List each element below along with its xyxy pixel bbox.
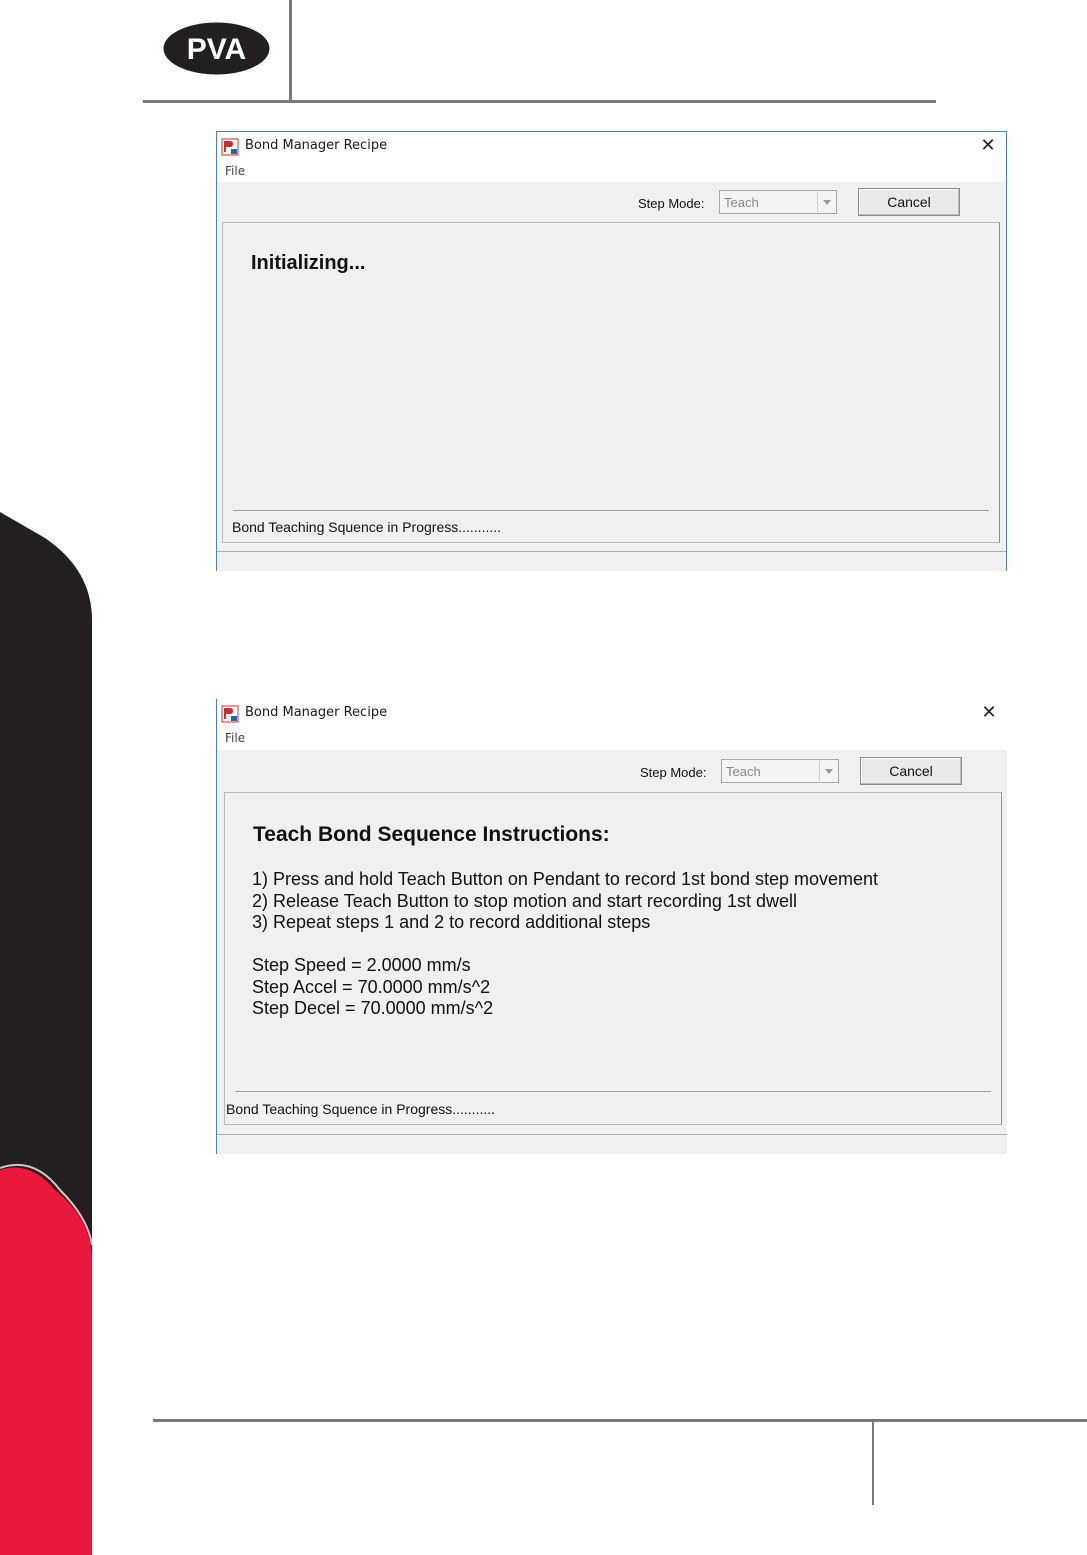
cancel-button[interactable]: Cancel [858, 188, 960, 216]
content-panel: Initializing... Bond Teaching Squence in… [222, 222, 1000, 543]
instruction-step-1: 1) Press and hold Teach Button on Pendan… [252, 869, 879, 889]
side-decoration [0, 512, 92, 1555]
status-separator [235, 1091, 991, 1092]
step-mode-label: Step Mode: [640, 765, 707, 780]
instructions-heading: Teach Bond Sequence Instructions: [253, 823, 610, 846]
status-separator [233, 510, 989, 511]
status-text: Bond Teaching Squence in Progress.......… [226, 1101, 496, 1117]
instruction-step-2: 2) Release Teach Button to stop motion a… [252, 890, 797, 911]
menu-file[interactable]: File [225, 164, 245, 178]
cancel-button[interactable]: Cancel [860, 757, 962, 785]
window-title: Bond Manager Recipe [245, 138, 388, 153]
step-mode-select[interactable]: Teach [721, 759, 839, 783]
window-title: Bond Manager Recipe [245, 705, 388, 720]
app-icon [221, 705, 239, 723]
step-decel: Step Decel = 70.0000 mm/s^2 [252, 998, 494, 1018]
footer-divider-vertical [872, 1421, 874, 1505]
logo-text: PVA [187, 33, 246, 66]
initializing-heading: Initializing... [251, 252, 366, 274]
step-accel: Step Accel = 70.0000 mm/s^2 [252, 976, 491, 997]
title-bar: Bond Manager Recipe ✕ [217, 132, 1006, 160]
menu-bar: File [217, 727, 1007, 749]
header-divider-vertical [289, 0, 292, 102]
chevron-down-icon[interactable] [817, 192, 835, 212]
app-icon [221, 138, 239, 156]
dialog-instructions: Bond Manager Recipe ✕ File Step Mode: Te… [216, 699, 1007, 1154]
dialog-initializing: Bond Manager Recipe ✕ File Step Mode: Te… [216, 131, 1007, 571]
title-bar: Bond Manager Recipe ✕ [217, 699, 1007, 727]
dialog-client: Step Mode: Teach Cancel Initializing... … [217, 182, 1006, 571]
close-button[interactable]: ✕ [977, 702, 1001, 724]
status-bar-line [217, 1134, 1007, 1135]
step-mode-value: Teach [724, 195, 759, 210]
menu-file[interactable]: File [225, 731, 245, 745]
step-mode-value: Teach [726, 764, 761, 779]
step-speed: Step Speed = 2.0000 mm/s [252, 955, 471, 975]
menu-bar: File [217, 160, 1006, 182]
content-panel: Teach Bond Sequence Instructions: 1) Pre… [224, 792, 1002, 1125]
status-text: Bond Teaching Squence in Progress.......… [232, 519, 502, 535]
parameter-list: Step Speed = 2.0000 mm/s Step Accel = 70… [252, 955, 493, 1020]
chevron-down-icon[interactable] [819, 761, 837, 781]
status-bar-line [217, 551, 1006, 552]
close-button[interactable]: ✕ [976, 135, 1000, 157]
footer-rule [153, 1419, 1087, 1422]
instruction-list: 1) Press and hold Teach Button on Pendan… [252, 869, 878, 934]
pva-logo: PVA [163, 22, 270, 75]
dialog-client: Step Mode: Teach Cancel Teach Bond Seque… [217, 750, 1007, 1154]
header-rule [143, 100, 936, 103]
step-mode-select[interactable]: Teach [719, 190, 837, 214]
instruction-step-3: 3) Repeat steps 1 and 2 to record additi… [252, 912, 651, 932]
step-mode-label: Step Mode: [638, 196, 705, 211]
